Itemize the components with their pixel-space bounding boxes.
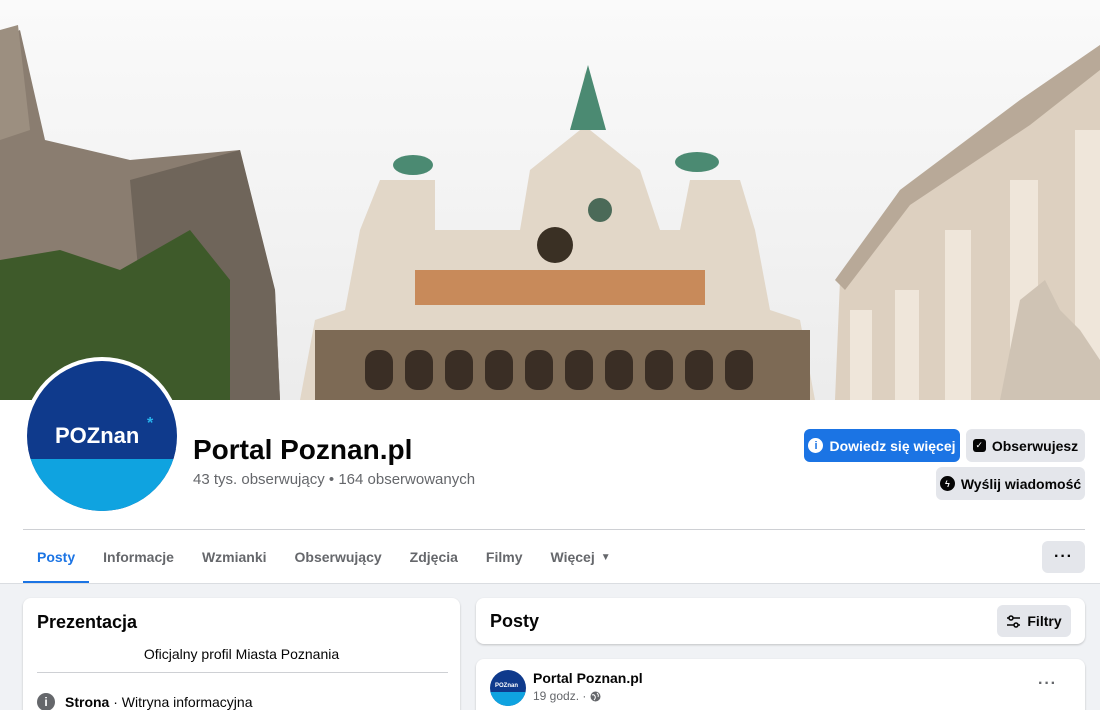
- category-name: · Witryna informacyjna: [109, 694, 253, 710]
- post-author-avatar[interactable]: POZnan: [490, 670, 526, 706]
- post-time-text: 19 godz. ·: [533, 689, 587, 703]
- post-author-name[interactable]: Portal Poznan.pl: [533, 670, 643, 686]
- info-icon: i: [37, 693, 55, 710]
- tab-more[interactable]: Więcej ▼: [537, 530, 625, 584]
- star-icon: *: [147, 415, 154, 432]
- tab-about[interactable]: Informacje: [89, 530, 188, 584]
- messenger-icon: ϟ: [939, 476, 955, 491]
- posts-header-card: Posty Filtry: [476, 598, 1085, 644]
- globe-icon: [590, 691, 601, 701]
- page-title: Portal Poznan.pl: [193, 434, 413, 465]
- header-shadow: [0, 583, 1100, 584]
- poznan-logo: POZnan *: [55, 415, 153, 449]
- learn-more-label: Dowiedz się więcej: [829, 437, 956, 454]
- send-message-label: Wyślij wiadomość: [960, 475, 1082, 492]
- tab-followers[interactable]: Obserwujący: [281, 530, 396, 584]
- cover-photo[interactable]: [0, 0, 1100, 400]
- tab-label: Zdjęcia: [409, 549, 458, 565]
- post-card: POZnan Portal Poznan.pl 19 godz. · ···: [476, 659, 1085, 710]
- send-message-button[interactable]: ϟ Wyślij wiadomość: [936, 467, 1085, 500]
- post-timestamp[interactable]: 19 godz. ·: [533, 689, 601, 703]
- post-options-icon[interactable]: ···: [1038, 675, 1057, 693]
- tab-mentions[interactable]: Wzmianki: [188, 530, 281, 584]
- profile-tabs: Posty Informacje Wzmianki Obserwujący Zd…: [23, 530, 625, 584]
- more-options-button[interactable]: ···: [1042, 541, 1085, 573]
- category-type: Strona: [65, 694, 110, 710]
- learn-more-button[interactable]: i Dowiedz się więcej: [804, 429, 960, 462]
- page-category: i Strona · Witryna informacyjna: [37, 693, 253, 710]
- tab-label: Informacje: [103, 549, 174, 565]
- info-icon: i: [808, 438, 824, 453]
- sliders-icon: [1007, 614, 1021, 628]
- intro-divider: [37, 672, 448, 673]
- ellipsis-icon: ···: [1054, 548, 1073, 565]
- posts-title: Posty: [490, 611, 540, 631]
- following-button[interactable]: ✓ Obserwujesz: [966, 429, 1085, 462]
- intro-title: Prezentacja: [37, 612, 138, 632]
- avatar-logo-text: POZnan: [55, 423, 140, 448]
- profile-avatar[interactable]: POZnan *: [23, 357, 181, 515]
- intro-text: Oficjalny profil Miasta Poznania: [143, 646, 340, 662]
- tab-label: Filmy: [485, 549, 523, 565]
- intro-card: Prezentacja Oficjalny profil Miasta Pozn…: [23, 598, 460, 710]
- tab-photos[interactable]: Zdjęcia: [396, 530, 472, 584]
- follower-stats[interactable]: 43 tys. obserwujący • 164 obserwowanych: [193, 471, 475, 488]
- tab-posts[interactable]: Posty: [23, 530, 90, 584]
- check-box-icon: ✓: [972, 439, 986, 452]
- following-label: Obserwujesz: [991, 437, 1079, 454]
- tab-label: Obserwujący: [294, 549, 382, 565]
- filters-label: Filtry: [1027, 613, 1062, 629]
- tab-videos[interactable]: Filmy: [472, 530, 537, 584]
- filters-button[interactable]: Filtry: [997, 605, 1071, 637]
- caret-down-icon: ▼: [600, 551, 611, 563]
- city-hall-photo: [0, 0, 1100, 400]
- tab-label: Więcej: [550, 549, 595, 565]
- tab-label: Posty: [37, 549, 76, 565]
- post-avatar-text: POZnan: [495, 683, 519, 689]
- tab-label: Wzmianki: [201, 549, 267, 565]
